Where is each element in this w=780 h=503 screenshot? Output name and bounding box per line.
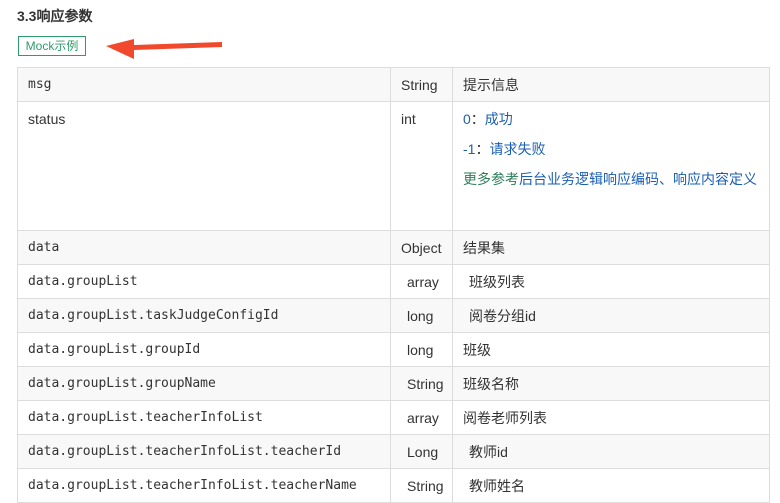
param-name: data.groupList.taskJudgeConfigId [17,298,391,333]
reference-prefix: 更多参考 [463,171,519,187]
param-desc: 教师姓名 [452,468,770,503]
table-row: data.groupList.taskJudgeConfigId long 阅卷… [17,298,770,333]
status-reference-line: 更多参考后台业务逻辑响应编码、响应内容定义 [463,169,769,189]
param-type: long [390,332,453,367]
param-desc: 阅卷分组id [452,298,770,333]
status-code: 0 [463,111,471,127]
param-name: status [17,101,391,231]
table-row: data Object 结果集 [17,230,770,265]
param-desc: 0：成功 -1：请求失败 更多参考后台业务逻辑响应编码、响应内容定义 [452,101,770,231]
param-type: Object [390,230,453,265]
param-name: data.groupList [17,264,391,299]
param-name: msg [17,67,391,102]
table-row: status int 0：成功 -1：请求失败 更多参考后台业务逻辑响应编码、响… [17,101,770,231]
param-type: array [390,264,453,299]
param-desc: 教师id [452,434,770,469]
param-desc: 提示信息 [452,67,770,102]
param-type: long [390,298,453,333]
param-desc: 阅卷老师列表 [452,400,770,435]
param-name: data [17,230,391,265]
param-type: array [390,400,453,435]
table-row: data.groupList.groupId long 班级 [17,332,770,367]
status-text: 成功 [484,111,513,127]
param-name: data.groupList.teacherInfoList [17,400,391,435]
param-name: data.groupList.teacherInfoList.teacherId [17,434,391,469]
status-code: -1 [463,141,476,157]
param-type: String [390,468,453,503]
red-arrow-annotation [106,39,222,59]
param-desc: 班级列表 [452,264,770,299]
param-name: data.groupList.teacherInfoList.teacherNa… [17,468,391,503]
param-desc: 班级 [452,332,770,367]
param-type: Long [390,434,453,469]
section-title: 3.3响应参数 [17,8,93,24]
mock-example-button[interactable]: Mock示例 [18,36,86,56]
param-name: data.groupList.groupId [17,332,391,367]
table-row: data.groupList.teacherInfoList array 阅卷老… [17,400,770,435]
table-row: data.groupList.groupName String 班级名称 [17,366,770,401]
param-type: String [390,366,453,401]
response-params-table: msg String 提示信息 status int 0：成功 -1：请求失败 … [17,67,770,503]
table-row: data.groupList array 班级列表 [17,264,770,299]
reference-link[interactable]: 后台业务逻辑响应编码、响应内容定义 [519,171,757,187]
status-separator: ： [475,141,490,157]
status-success-line: 0：成功 [463,109,769,129]
param-desc: 班级名称 [452,366,770,401]
param-desc: 结果集 [452,230,770,265]
table-row: data.groupList.teacherInfoList.teacherNa… [17,468,770,503]
status-text: 请求失败 [489,141,546,157]
table-row: data.groupList.teacherInfoList.teacherId… [17,434,770,469]
param-type: String [390,67,453,102]
param-name: data.groupList.groupName [17,366,391,401]
status-fail-line: -1：请求失败 [463,139,769,159]
table-row: msg String 提示信息 [17,67,770,102]
status-separator: ： [470,111,485,127]
param-type: int [390,101,453,231]
